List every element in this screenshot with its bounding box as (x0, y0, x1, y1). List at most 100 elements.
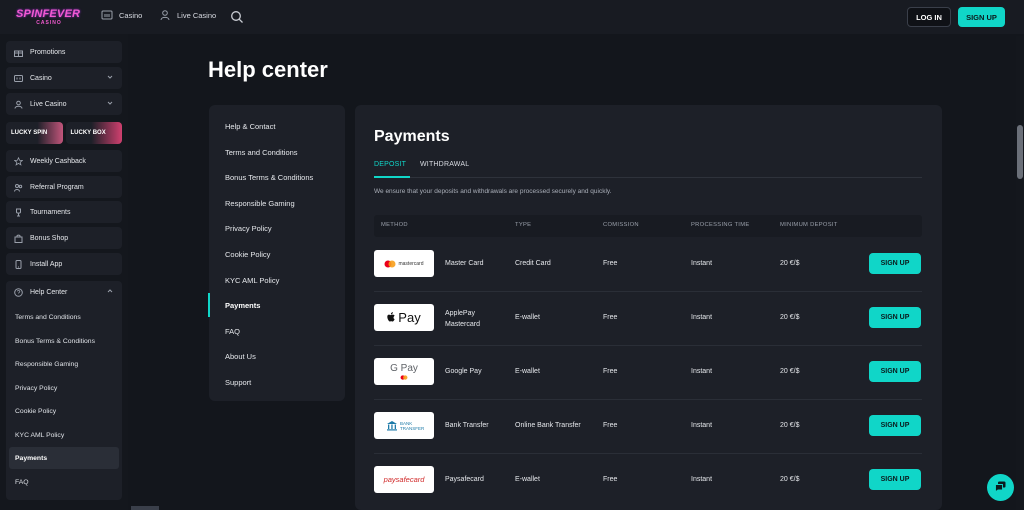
sidebar-item-install-app[interactable]: Install App (6, 253, 122, 275)
lucky-box-label: LUCKY BOX (70, 130, 106, 136)
sidebar-sub-faq[interactable]: FAQ (15, 479, 29, 486)
shop-icon (14, 234, 23, 243)
method-type: Credit Card (515, 260, 551, 267)
method-type: E-wallet (515, 476, 540, 483)
logo-subtext: CASINO (36, 20, 62, 26)
method-commission: Free (603, 368, 618, 375)
sidebar-item-label: Install App (30, 260, 63, 268)
panel-description: We ensure that your deposits and withdra… (374, 188, 612, 195)
tab-active-underline (374, 176, 410, 178)
users-icon (14, 183, 23, 192)
sidebar-sub-responsible-gaming[interactable]: Responsible Gaming (15, 361, 78, 368)
help-nav-kyc-aml[interactable]: KYC AML Policy (225, 276, 279, 285)
help-nav-help-contact[interactable]: Help & Contact (225, 122, 275, 131)
nav-casino[interactable]: Casino (101, 9, 142, 21)
row-signup-button[interactable]: SIGN UP (869, 415, 921, 436)
table-header (374, 215, 922, 237)
method-type: E-wallet (515, 368, 540, 375)
tab-withdrawal[interactable]: WITHDRAWAL (420, 161, 469, 168)
search-icon[interactable] (230, 10, 244, 24)
lucky-box-button[interactable]: LUCKY BOX (65, 122, 122, 144)
horizontal-scrollbar[interactable] (131, 506, 159, 510)
lucky-spin-button[interactable]: LUCKY SPIN (6, 122, 63, 144)
lucky-spin-label: LUCKY SPIN (11, 130, 48, 136)
sidebar-sub-privacy-policy[interactable]: Privacy Policy (15, 385, 57, 392)
sidebar-item-label: Bonus Shop (30, 234, 69, 242)
bank-transfer-logo-text: BANK TRANSFER (400, 420, 425, 431)
method-commission: Free (603, 422, 618, 429)
live-casino-icon (159, 9, 171, 21)
lucky-banners: LUCKY SPIN LUCKY BOX (6, 122, 122, 144)
sidebar-item-help-center[interactable]: Help Center (6, 281, 122, 303)
help-nav-privacy-policy[interactable]: Privacy Policy (225, 224, 272, 233)
method-min-deposit: 20 €/$ (780, 260, 800, 267)
help-nav-support[interactable]: Support (225, 378, 251, 387)
sidebar-item-bonus-shop[interactable]: Bonus Shop (6, 227, 122, 249)
sidebar-item-label: Live Casino (30, 100, 67, 108)
googlepay-logo: G Pay (374, 358, 434, 385)
sidebar-item-label: Tournaments (30, 208, 71, 216)
star-icon (14, 156, 23, 166)
method-time: Instant (691, 476, 713, 483)
sidebar-item-label: Promotions (30, 48, 66, 56)
nav-active-indicator (208, 293, 210, 317)
column-method: METHOD (381, 222, 408, 228)
page-title: Help center (208, 57, 328, 82)
help-nav-faq[interactable]: FAQ (225, 327, 240, 336)
method-time: Instant (691, 422, 713, 429)
chevron-up-icon[interactable] (106, 287, 114, 295)
method-min-deposit: 20 €/$ (780, 476, 800, 483)
applepay-logo: Pay (374, 304, 434, 331)
sidebar-item-tournaments[interactable]: Tournaments (6, 201, 122, 223)
phone-icon (14, 259, 23, 269)
nav-casino-label: Casino (119, 10, 143, 20)
help-nav-bonus-terms[interactable]: Bonus Terms & Conditions (225, 173, 313, 182)
top-header: SPINFEVER CASINO Casino Live Casino LOG … (0, 0, 1024, 34)
chevron-down-icon[interactable] (106, 99, 114, 107)
sidebar-item-referral-program[interactable]: Referral Program (6, 176, 122, 198)
scrollbar[interactable] (1016, 36, 1024, 510)
sidebar-sub-kyc-aml[interactable]: KYC AML Policy (15, 432, 64, 439)
method-commission: Free (603, 476, 618, 483)
tab-deposit[interactable]: DEPOSIT (374, 161, 406, 168)
googlepay-logo-text: G Pay (390, 362, 418, 374)
mastercard-logo: mastercard (374, 250, 434, 277)
trophy-icon (14, 208, 23, 217)
nav-live-casino[interactable]: Live Casino (159, 9, 216, 21)
chat-button[interactable] (987, 474, 1014, 501)
sidebar-item-promotions[interactable]: Promotions (6, 41, 122, 63)
row-signup-button[interactable]: SIGN UP (869, 307, 921, 328)
method-type: E-wallet (515, 314, 540, 321)
sidebar-sub-bonus-terms[interactable]: Bonus Terms & Conditions (15, 338, 95, 345)
method-time: Instant (691, 260, 713, 267)
row-signup-button[interactable]: SIGN UP (869, 469, 921, 490)
signup-button[interactable]: SIGN UP (958, 7, 1005, 27)
method-min-deposit: 20 €/$ (780, 422, 800, 429)
sidebar-item-weekly-cashback[interactable]: Weekly Cashback (6, 150, 122, 172)
method-type: Online Bank Transfer (515, 422, 581, 429)
method-name: Bank Transfer (445, 422, 489, 429)
help-nav-cookie-policy[interactable]: Cookie Policy (225, 250, 270, 259)
sidebar-item-casino[interactable]: Casino (6, 67, 122, 89)
method-time: Instant (691, 368, 713, 375)
row-signup-button[interactable]: SIGN UP (869, 361, 921, 382)
chat-icon (994, 480, 1007, 495)
method-name: Paysafecard (445, 476, 484, 483)
sidebar-item-label: Referral Program (30, 183, 84, 191)
slot-icon (14, 74, 23, 83)
row-signup-button[interactable]: SIGN UP (869, 253, 921, 274)
help-nav-terms[interactable]: Terms and Conditions (225, 148, 298, 157)
sidebar-sub-payments[interactable]: Payments (15, 455, 47, 462)
login-button[interactable]: LOG IN (907, 7, 951, 27)
sidebar-sub-cookie-policy[interactable]: Cookie Policy (15, 408, 56, 415)
help-nav-payments[interactable]: Payments (225, 301, 260, 310)
sidebar-item-live-casino[interactable]: Live Casino (6, 93, 122, 115)
method-commission: Free (603, 260, 618, 267)
brand-logo[interactable]: SPINFEVER CASINO (16, 9, 82, 27)
chevron-down-icon[interactable] (106, 73, 114, 81)
help-nav-responsible-gaming[interactable]: Responsible Gaming (225, 199, 295, 208)
paysafecard-logo-text: paysafecard (383, 475, 425, 484)
sidebar-sub-terms[interactable]: Terms and Conditions (15, 314, 81, 321)
scrollbar-thumb[interactable] (1017, 125, 1023, 179)
help-nav-about-us[interactable]: About Us (225, 352, 256, 361)
